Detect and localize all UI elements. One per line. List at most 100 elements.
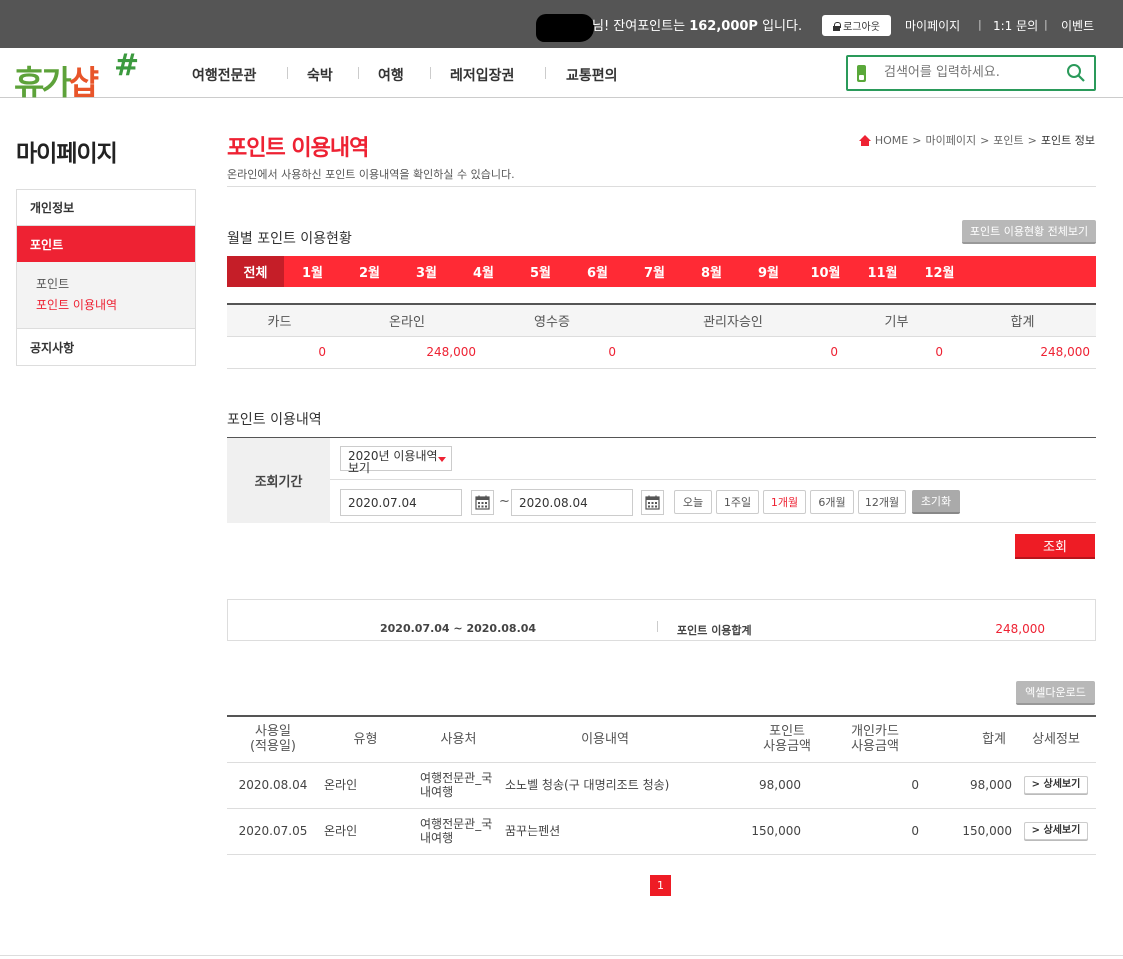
period-today-button[interactable]: 오늘	[674, 490, 712, 514]
tab-month-4[interactable]: 4월	[455, 256, 512, 287]
tab-month-11[interactable]: 11월	[854, 256, 911, 287]
row-desc: 꿈꾸는펜션	[505, 808, 705, 855]
footer-divider	[0, 955, 1123, 956]
mypage-link[interactable]: 마이페이지	[905, 17, 960, 34]
event-link[interactable]: 이벤트	[1061, 17, 1094, 34]
gnb-separator	[430, 67, 431, 79]
title-divider	[227, 186, 1096, 187]
calendar-to-button[interactable]	[641, 490, 664, 515]
gnb-travel-special[interactable]: 여행전문관	[192, 65, 256, 85]
gnb-travel[interactable]: 여행	[378, 65, 404, 85]
gnb-lodging[interactable]: 숙박	[307, 65, 333, 85]
view-all-usage-button[interactable]: 포인트 이용현황 전체보기	[962, 220, 1096, 244]
table-row: 2020.07.05 온라인 여행전문관_국내여행 꿈꾸는펜션 150,000 …	[227, 808, 1096, 855]
total-period: 2020.07.04 ~ 2020.08.04	[380, 622, 537, 635]
gnb-transport[interactable]: 교통편의	[566, 65, 618, 85]
date-to-input[interactable]	[511, 489, 633, 516]
year-select-value: 2020년 이용내역 보기	[348, 449, 438, 475]
caret-down-icon	[438, 457, 446, 462]
query-button[interactable]: 조회	[1015, 534, 1095, 559]
search-form: 조회기간 2020년 이용내역 보기 ~ 오늘 1주일 1개월 6개월 12개월…	[227, 437, 1096, 523]
search-input[interactable]	[884, 65, 1054, 80]
month-tabs: 전체 1월 2월 3월 4월 5월 6월 7월 8월 9월 10월 11월 12…	[227, 256, 1096, 287]
row-detail-cell: > 상세보기	[1016, 808, 1096, 855]
tab-month-7[interactable]: 7월	[626, 256, 683, 287]
period-1week-button[interactable]: 1주일	[716, 490, 759, 514]
breadcrumb-sep: >	[1027, 133, 1037, 147]
search-box	[846, 55, 1096, 91]
period-1month-button[interactable]: 1개월	[763, 490, 806, 514]
header: 휴가샵 # 여행전문관 숙박 여행 레저입장권 교통편의	[0, 48, 1123, 102]
summary-value-row: 0 248,000 0 0 0 248,000	[227, 336, 1096, 369]
summary-header-row: 카드 온라인 영수증 관리자승인 기부 합계	[227, 304, 1096, 337]
tab-month-3[interactable]: 3월	[398, 256, 455, 287]
breadcrumb-home[interactable]: HOME	[875, 134, 908, 147]
sidebar-item-profile[interactable]: 개인정보	[17, 190, 195, 226]
inquiry-link[interactable]: 1:1 문의	[993, 17, 1038, 34]
total-label: 포인트 이용합계	[677, 624, 752, 637]
col-sum: 합계	[949, 304, 1096, 337]
calendar-icon	[475, 495, 490, 510]
col-card-line2: 사용금액	[851, 739, 899, 755]
col-point-line2: 사용금액	[763, 739, 811, 755]
gnb-separator	[545, 67, 546, 79]
row-place: 여행전문관_국내여행	[412, 808, 505, 855]
sidebar-subitem-points[interactable]: 포인트	[36, 274, 195, 295]
tab-all[interactable]: 전체	[227, 256, 284, 287]
value-admin-approval: 0	[622, 336, 844, 369]
remaining-points: 162,000P	[689, 19, 758, 34]
tab-month-10[interactable]: 10월	[797, 256, 854, 287]
history-header-row: 사용일 (적용일) 유형 사용처 이용내역 포인트 사용금액 개인카드 사용금액 합계…	[227, 716, 1096, 763]
history-table: 사용일 (적용일) 유형 사용처 이용내역 포인트 사용금액 개인카드 사용금액 합계…	[227, 715, 1096, 855]
total-separator	[657, 621, 658, 632]
logout-button[interactable]: 로그아웃	[822, 15, 891, 36]
logo-text-b: 샵	[68, 63, 99, 102]
tab-month-5[interactable]: 5월	[512, 256, 569, 287]
col-card: 카드	[227, 304, 332, 337]
site-logo[interactable]: 휴가샵 #	[14, 48, 144, 102]
calendar-from-button[interactable]	[471, 490, 494, 515]
page-title: 포인트 이용내역	[227, 136, 369, 161]
redacted-username	[536, 14, 594, 42]
col-type: 유형	[319, 716, 412, 763]
breadcrumb-sep: >	[980, 133, 990, 147]
tab-month-8[interactable]: 8월	[683, 256, 740, 287]
tab-month-2[interactable]: 2월	[341, 256, 398, 287]
period-6month-button[interactable]: 6개월	[810, 490, 854, 514]
row-type: 온라인	[319, 762, 412, 809]
value-card: 0	[227, 336, 332, 369]
detail-button[interactable]: > 상세보기	[1024, 776, 1088, 794]
sidebar-item-points[interactable]: 포인트	[17, 226, 195, 262]
col-card-amount: 개인카드 사용금액	[825, 716, 925, 763]
breadcrumb-mypage[interactable]: 마이페이지	[925, 132, 976, 148]
reset-button[interactable]: 초기화	[912, 490, 960, 514]
value-sum: 248,000	[949, 336, 1096, 369]
sidebar-item-notice[interactable]: 공지사항	[17, 329, 195, 365]
gnb-separator	[287, 67, 288, 79]
detail-button[interactable]: > 상세보기	[1024, 822, 1088, 840]
col-card-line1: 개인카드	[851, 724, 899, 740]
value-donation: 0	[844, 336, 949, 369]
monthly-summary-table: 카드 온라인 영수증 관리자승인 기부 합계 0 248,000 0 0 0 2…	[227, 303, 1096, 369]
col-point-line1: 포인트	[769, 724, 806, 740]
date-from-input[interactable]	[340, 489, 462, 516]
sidebar-subitem-point-history[interactable]: 포인트 이용내역	[36, 295, 195, 316]
breadcrumb-points[interactable]: 포인트	[993, 132, 1023, 148]
table-row: 2020.08.04 온라인 여행전문관_국내여행 소노벨 청송(구 대명리조트…	[227, 762, 1096, 809]
pagination-current-page[interactable]: 1	[650, 875, 671, 896]
gnb-leisure[interactable]: 레저입장권	[450, 65, 514, 85]
calendar-icon	[645, 495, 660, 510]
form-divider	[330, 479, 1096, 480]
col-total: 합계	[925, 716, 1016, 763]
excel-download-button[interactable]: 엑셀다운로드	[1016, 681, 1095, 705]
sidebar-menu: 개인정보 포인트 포인트 포인트 이용내역 공지사항	[16, 189, 196, 366]
col-desc: 이용내역	[505, 716, 705, 763]
tab-month-12[interactable]: 12월	[911, 256, 968, 287]
col-point-amount: 포인트 사용금액	[705, 716, 825, 763]
tab-month-1[interactable]: 1월	[284, 256, 341, 287]
tab-month-6[interactable]: 6월	[569, 256, 626, 287]
tab-month-9[interactable]: 9월	[740, 256, 797, 287]
search-icon[interactable]	[1066, 63, 1086, 83]
year-select[interactable]: 2020년 이용내역 보기	[340, 446, 452, 474]
period-12month-button[interactable]: 12개월	[858, 490, 906, 514]
